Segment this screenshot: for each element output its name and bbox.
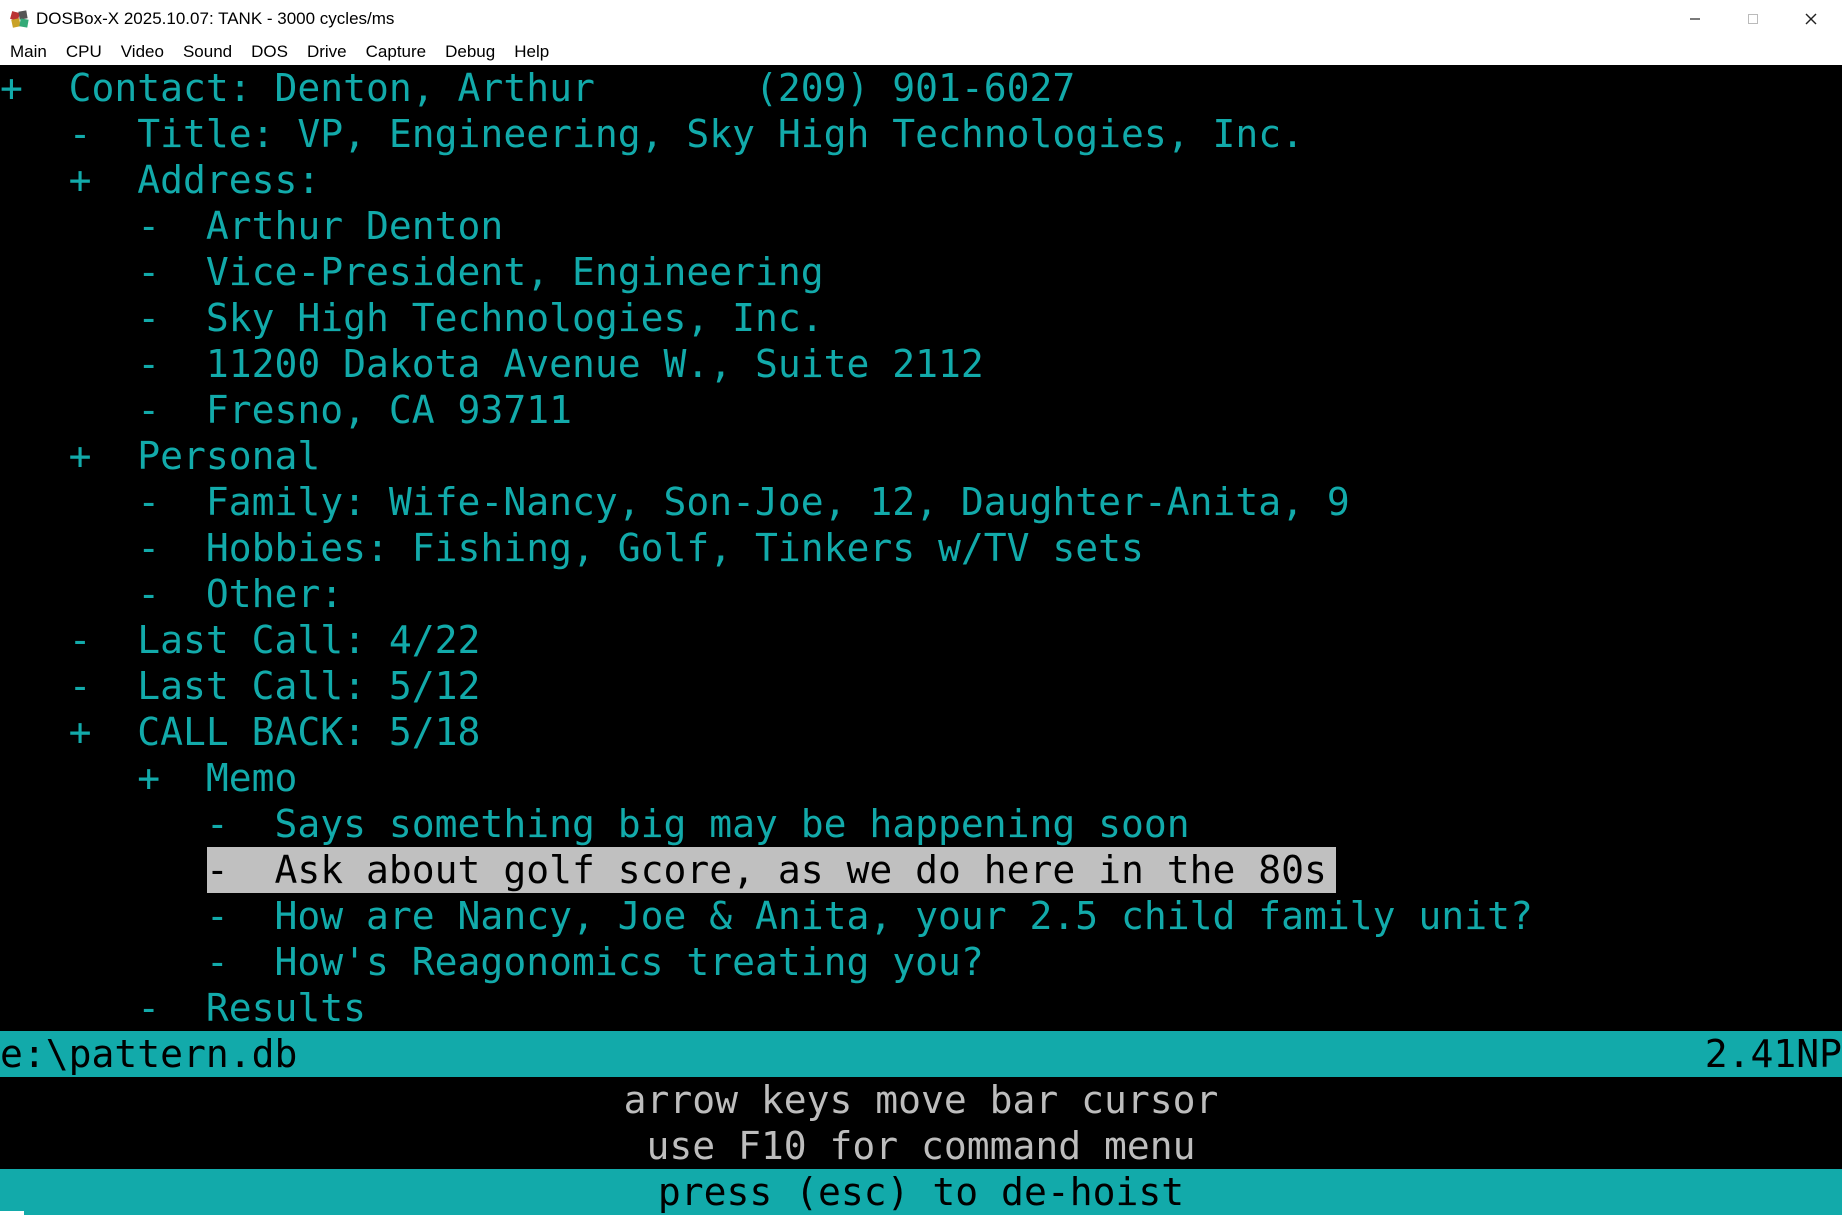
help-line-3: press (esc) to de-hoist	[657, 1170, 1185, 1214]
outline-line[interactable]: - Hobbies: Fishing, Golf, Tinkers w/TV s…	[0, 525, 1144, 571]
menu-help[interactable]: Help	[504, 38, 558, 65]
dos-screen[interactable]: + Contact: Denton, Arthur (209) 901-6027…	[0, 65, 1842, 1215]
outline-line[interactable]: - Other:	[0, 571, 343, 617]
close-button[interactable]	[1782, 0, 1840, 38]
outline-line[interactable]: - Last Call: 5/12	[0, 663, 481, 709]
dosbox-app-icon[interactable]	[10, 9, 30, 29]
menu-drive[interactable]: Drive	[297, 38, 356, 65]
window-title: DOSBox-X 2025.10.07: TANK - 3000 cycles/…	[36, 9, 395, 28]
outline-line[interactable]: + Memo	[0, 755, 297, 801]
minimize-button[interactable]	[1666, 0, 1724, 38]
close-icon	[1805, 13, 1817, 25]
menu-main[interactable]: Main	[0, 38, 56, 65]
menu-dos[interactable]: DOS	[241, 38, 297, 65]
minimize-icon	[1690, 18, 1700, 20]
text-cursor	[0, 1211, 24, 1215]
status-indicator: 2.41NP	[1704, 1032, 1842, 1076]
outline-line[interactable]: - Results	[0, 985, 366, 1031]
menu-bar: Main CPU Video Sound DOS Drive Capture D…	[0, 38, 1842, 65]
title-bar: DOSBox-X 2025.10.07: TANK - 3000 cycles/…	[0, 0, 1842, 38]
menu-debug[interactable]: Debug	[435, 38, 504, 65]
help-line-2: use F10 for command menu	[646, 1124, 1196, 1168]
maximize-button[interactable]	[1724, 0, 1782, 38]
outline-line[interactable]: - Sky High Technologies, Inc.	[0, 295, 823, 341]
outline-line[interactable]: - Vice-President, Engineering	[0, 249, 823, 295]
outline-line[interactable]: - How's Reagonomics treating you?	[0, 939, 984, 985]
outline-line[interactable]: - Last Call: 4/22	[0, 617, 481, 663]
outline-line[interactable]: - 11200 Dakota Avenue W., Suite 2112	[0, 341, 984, 387]
status-filename: e:\pattern.db	[0, 1032, 298, 1076]
outline-line[interactable]: + Personal	[0, 433, 321, 479]
outline-line[interactable]: - Title: VP, Engineering, Sky High Techn…	[0, 111, 1304, 157]
outline-line[interactable]: - Arthur Denton	[0, 203, 503, 249]
menu-video[interactable]: Video	[111, 38, 173, 65]
help-line-1: arrow keys move bar cursor	[623, 1078, 1219, 1122]
outline-line[interactable]: + CALL BACK: 5/18	[0, 709, 481, 755]
outline-line[interactable]: - How are Nancy, Joe & Anita, your 2.5 c…	[0, 893, 1533, 939]
outline-line-selected[interactable]: - Ask about golf score, as we do here in…	[0, 847, 1327, 893]
outline-line[interactable]: - Fresno, CA 93711	[0, 387, 572, 433]
outline-line[interactable]: + Address:	[0, 157, 321, 203]
outline-line[interactable]: + Contact: Denton, Arthur (209) 901-6027	[0, 65, 1075, 111]
outline-line[interactable]: - Family: Wife-Nancy, Son-Joe, 12, Daugh…	[0, 479, 1350, 525]
outline-line[interactable]: - Says something big may be happening so…	[0, 801, 1190, 847]
maximize-icon	[1748, 14, 1758, 24]
menu-sound[interactable]: Sound	[173, 38, 241, 65]
menu-capture[interactable]: Capture	[356, 38, 435, 65]
menu-cpu[interactable]: CPU	[56, 38, 111, 65]
